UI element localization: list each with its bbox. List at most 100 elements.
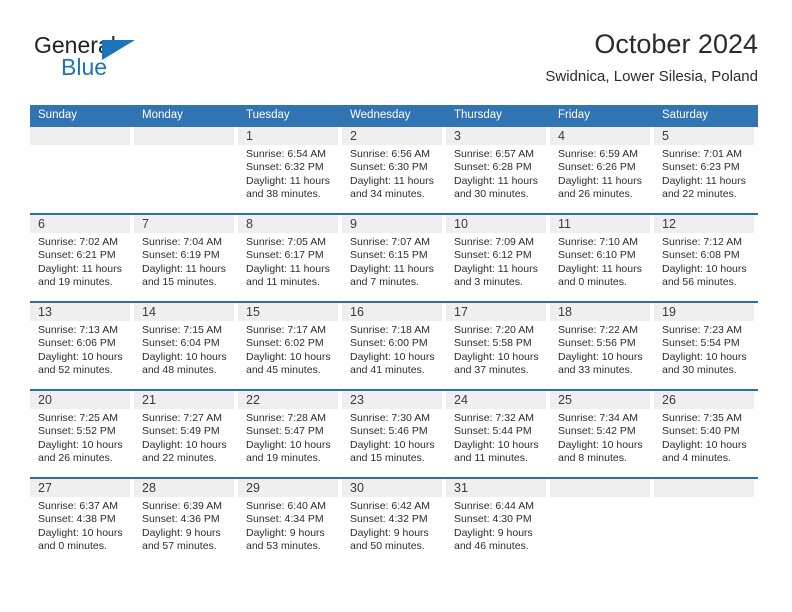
daylight-text-line1: Daylight: 10 hours [350, 438, 435, 451]
day-cell-inner [550, 479, 654, 565]
day-cell-inner: 6 Sunrise: 7:02 AM Sunset: 6:21 PM Daylight… [30, 215, 134, 301]
calendar-day-cell[interactable]: 4 Sunrise: 6:59 AM Sunset: 6:26 PM Daylight… [550, 127, 654, 214]
day-number: 24 [446, 391, 546, 409]
daylight-text-line1: Daylight: 10 hours [142, 438, 227, 451]
calendar-day-cell[interactable] [654, 477, 758, 565]
day-cell-inner: 18 Sunrise: 7:22 AM Sunset: 5:56 PM Dayligh… [550, 303, 654, 389]
calendar-day-cell[interactable]: 3 Sunrise: 6:57 AM Sunset: 6:28 PM Daylight… [446, 127, 550, 214]
calendar-day-cell[interactable] [134, 127, 238, 214]
day-cell-inner: 5 Sunrise: 7:01 AM Sunset: 6:23 PM Daylight… [654, 127, 758, 213]
day-details: Sunrise: 7:01 AM Sunset: 6:23 PM Daylight:… [654, 145, 758, 202]
daylight-text-line2: and 26 minutes. [558, 188, 633, 201]
day-details: Sunrise: 7:13 AM Sunset: 6:06 PM Daylight:… [30, 321, 134, 378]
calendar-day-cell[interactable]: 2 Sunrise: 6:56 AM Sunset: 6:30 PM Daylight… [342, 127, 446, 214]
calendar-day-cell[interactable]: 13 Sunrise: 7:13 AM Sunset: 6:06 PM Dayligh… [30, 301, 134, 390]
calendar-week-row: 13 Sunrise: 7:13 AM Sunset: 6:06 PM Dayligh… [30, 301, 758, 390]
calendar-day-cell[interactable]: 1 Sunrise: 6:54 AM Sunset: 6:32 PM Daylight… [238, 127, 342, 214]
day-details: Sunrise: 7:07 AM Sunset: 6:15 PM Daylight:… [342, 233, 446, 290]
calendar-day-cell[interactable]: 11 Sunrise: 7:10 AM Sunset: 6:10 PM Dayligh… [550, 213, 654, 302]
day-cell-inner: 2 Sunrise: 6:56 AM Sunset: 6:30 PM Daylight… [342, 127, 446, 213]
calendar-day-cell[interactable]: 31 Sunrise: 6:44 AM Sunset: 4:30 PM Dayligh… [446, 477, 550, 565]
calendar-day-cell[interactable]: 24 Sunrise: 7:32 AM Sunset: 5:44 PM Dayligh… [446, 389, 550, 478]
sunset-text: Sunset: 6:26 PM [558, 161, 636, 174]
calendar-day-cell[interactable]: 30 Sunrise: 6:42 AM Sunset: 4:32 PM Dayligh… [342, 477, 446, 565]
day-number: 17 [446, 303, 546, 321]
general-blue-logo[interactable]: General Blue [34, 32, 174, 90]
calendar-day-cell[interactable]: 17 Sunrise: 7:20 AM Sunset: 5:58 PM Dayligh… [446, 301, 550, 390]
sunrise-text: Sunrise: 7:15 AM [142, 324, 222, 336]
sunrise-text: Sunrise: 7:32 AM [454, 412, 534, 424]
calendar-day-cell[interactable] [30, 127, 134, 214]
calendar-day-cell[interactable]: 6 Sunrise: 7:02 AM Sunset: 6:21 PM Daylight… [30, 213, 134, 302]
calendar-day-cell[interactable]: 20 Sunrise: 7:25 AM Sunset: 5:52 PM Dayligh… [30, 389, 134, 478]
calendar-day-cell[interactable]: 14 Sunrise: 7:15 AM Sunset: 6:04 PM Dayligh… [134, 301, 238, 390]
sunset-text: Sunset: 5:54 PM [662, 337, 740, 350]
day-details: Sunrise: 7:05 AM Sunset: 6:17 PM Daylight:… [238, 233, 342, 290]
day-number: 8 [238, 215, 338, 233]
day-cell-inner: 1 Sunrise: 6:54 AM Sunset: 6:32 PM Daylight… [238, 127, 342, 213]
sunset-text: Sunset: 6:21 PM [38, 249, 116, 262]
page-title: October 2024 [594, 29, 758, 59]
calendar-day-cell[interactable] [550, 477, 654, 565]
day-number: 31 [446, 479, 546, 497]
day-number: 10 [446, 215, 546, 233]
day-cell-inner: 15 Sunrise: 7:17 AM Sunset: 6:02 PM Dayligh… [238, 303, 342, 389]
sunset-text: Sunset: 6:32 PM [246, 161, 324, 174]
day-number: 14 [134, 303, 234, 321]
calendar-day-cell[interactable]: 8 Sunrise: 7:05 AM Sunset: 6:17 PM Daylight… [238, 213, 342, 302]
calendar-day-cell[interactable]: 15 Sunrise: 7:17 AM Sunset: 6:02 PM Dayligh… [238, 301, 342, 390]
calendar-day-cell[interactable]: 25 Sunrise: 7:34 AM Sunset: 5:42 PM Dayligh… [550, 389, 654, 478]
day-details: Sunrise: 7:20 AM Sunset: 5:58 PM Daylight:… [446, 321, 550, 378]
calendar-day-cell[interactable]: 21 Sunrise: 7:27 AM Sunset: 5:49 PM Dayligh… [134, 389, 238, 478]
calendar-day-cell[interactable]: 22 Sunrise: 7:28 AM Sunset: 5:47 PM Dayligh… [238, 389, 342, 478]
day-cell-inner: 9 Sunrise: 7:07 AM Sunset: 6:15 PM Daylight… [342, 215, 446, 301]
calendar-day-cell[interactable]: 27 Sunrise: 6:37 AM Sunset: 4:38 PM Dayligh… [30, 477, 134, 565]
calendar-day-cell[interactable]: 7 Sunrise: 7:04 AM Sunset: 6:19 PM Daylight… [134, 213, 238, 302]
daylight-text-line2: and 22 minutes. [142, 452, 217, 465]
sunrise-text: Sunrise: 6:44 AM [454, 500, 534, 512]
daylight-text-line1: Daylight: 10 hours [38, 526, 123, 539]
daylight-text-line1: Daylight: 10 hours [662, 438, 747, 451]
daylight-text-line1: Daylight: 9 hours [142, 526, 221, 539]
day-details: Sunrise: 7:15 AM Sunset: 6:04 PM Daylight:… [134, 321, 238, 378]
day-cell-inner: 8 Sunrise: 7:05 AM Sunset: 6:17 PM Daylight… [238, 215, 342, 301]
day-cell-inner: 26 Sunrise: 7:35 AM Sunset: 5:40 PM Dayligh… [654, 391, 758, 477]
sunset-text: Sunset: 6:10 PM [558, 249, 636, 262]
calendar-day-cell[interactable]: 10 Sunrise: 7:09 AM Sunset: 6:12 PM Dayligh… [446, 213, 550, 302]
daylight-text-line1: Daylight: 10 hours [246, 350, 331, 363]
sunrise-text: Sunrise: 7:17 AM [246, 324, 326, 336]
calendar-day-cell[interactable]: 16 Sunrise: 7:18 AM Sunset: 6:00 PM Dayligh… [342, 301, 446, 390]
calendar-day-cell[interactable]: 9 Sunrise: 7:07 AM Sunset: 6:15 PM Daylight… [342, 213, 446, 302]
sunrise-text: Sunrise: 6:40 AM [246, 500, 326, 512]
day-number [654, 479, 754, 497]
day-details: Sunrise: 7:09 AM Sunset: 6:12 PM Daylight:… [446, 233, 550, 290]
calendar-day-cell[interactable]: 28 Sunrise: 6:39 AM Sunset: 4:36 PM Dayligh… [134, 477, 238, 565]
day-cell-inner: 4 Sunrise: 6:59 AM Sunset: 6:26 PM Daylight… [550, 127, 654, 213]
sunset-text: Sunset: 6:08 PM [662, 249, 740, 262]
sunrise-text: Sunrise: 7:12 AM [662, 236, 742, 248]
day-details: Sunrise: 6:57 AM Sunset: 6:28 PM Daylight:… [446, 145, 550, 202]
calendar-day-cell[interactable]: 12 Sunrise: 7:12 AM Sunset: 6:08 PM Dayligh… [654, 213, 758, 302]
calendar-day-cell[interactable]: 29 Sunrise: 6:40 AM Sunset: 4:34 PM Dayligh… [238, 477, 342, 565]
sunset-text: Sunset: 5:58 PM [454, 337, 532, 350]
daylight-text-line2: and 4 minutes. [662, 452, 731, 465]
day-details: Sunrise: 7:28 AM Sunset: 5:47 PM Daylight:… [238, 409, 342, 466]
day-cell-inner: 19 Sunrise: 7:23 AM Sunset: 5:54 PM Dayligh… [654, 303, 758, 389]
sunset-text: Sunset: 6:04 PM [142, 337, 220, 350]
daylight-text-line1: Daylight: 10 hours [558, 350, 643, 363]
calendar-day-cell[interactable]: 26 Sunrise: 7:35 AM Sunset: 5:40 PM Dayligh… [654, 389, 758, 478]
calendar-day-cell[interactable]: 5 Sunrise: 7:01 AM Sunset: 6:23 PM Daylight… [654, 127, 758, 214]
weekday-header-thursday: Thursday [446, 105, 550, 127]
calendar-day-cell[interactable]: 19 Sunrise: 7:23 AM Sunset: 5:54 PM Dayligh… [654, 301, 758, 390]
calendar-day-cell[interactable]: 18 Sunrise: 7:22 AM Sunset: 5:56 PM Dayligh… [550, 301, 654, 390]
daylight-text-line2: and 50 minutes. [350, 540, 425, 553]
sunset-text: Sunset: 6:28 PM [454, 161, 532, 174]
sunset-text: Sunset: 5:46 PM [350, 425, 428, 438]
day-details: Sunrise: 6:42 AM Sunset: 4:32 PM Daylight:… [342, 497, 446, 554]
day-number: 18 [550, 303, 650, 321]
daylight-text-line2: and 53 minutes. [246, 540, 321, 553]
daylight-text-line2: and 56 minutes. [662, 276, 737, 289]
daylight-text-line1: Daylight: 9 hours [246, 526, 325, 539]
daylight-text-line2: and 11 minutes. [246, 276, 320, 289]
calendar-day-cell[interactable]: 23 Sunrise: 7:30 AM Sunset: 5:46 PM Dayligh… [342, 389, 446, 478]
